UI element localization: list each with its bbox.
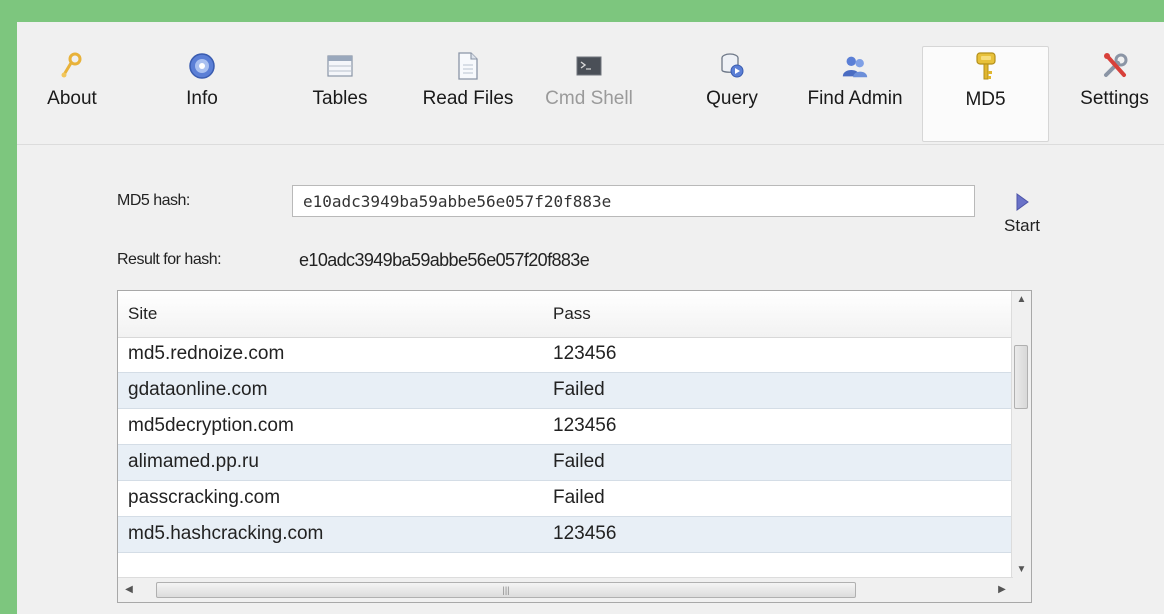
- md5-window: About Info Tables Read Files Cmd Shell Q…: [17, 22, 1164, 614]
- site-cell: alimamed.pp.ru: [128, 451, 259, 472]
- toolbar-about-label: About: [47, 88, 97, 109]
- pass-cell: 123456: [553, 343, 617, 364]
- column-header-site[interactable]: Site: [128, 304, 157, 324]
- md5-hash-label: MD5 hash:: [117, 192, 190, 209]
- toolbar-find-admin-button[interactable]: Find Admin: [790, 50, 920, 126]
- toolbar-find-admin-label: Find Admin: [807, 88, 903, 109]
- play-icon: [1016, 193, 1029, 211]
- toolbar-settings-button[interactable]: Settings: [1067, 50, 1162, 126]
- toolbar-read-files-label: Read Files: [422, 88, 514, 109]
- pass-cell: Failed: [553, 451, 605, 472]
- toolbar: About Info Tables Read Files Cmd Shell Q…: [17, 22, 1164, 144]
- table-row[interactable]: md5.rednoize.com 123456: [118, 337, 1013, 373]
- query-icon: [717, 50, 747, 82]
- scroll-up-icon[interactable]: ▲: [1012, 291, 1031, 309]
- pass-cell: Failed: [553, 379, 605, 400]
- users-icon: [840, 50, 870, 82]
- table-header: Site Pass: [118, 291, 1013, 338]
- horizontal-scrollbar[interactable]: ◀ ||| ▶: [118, 577, 1013, 602]
- settings-icon: [1100, 50, 1130, 82]
- scroll-left-icon[interactable]: ◀: [118, 578, 140, 602]
- column-header-pass[interactable]: Pass: [553, 304, 591, 324]
- toolbar-query-button[interactable]: Query: [692, 50, 772, 126]
- key-icon: [971, 51, 1001, 83]
- site-cell: gdataonline.com: [128, 379, 268, 400]
- about-icon: [57, 50, 87, 82]
- toolbar-settings-label: Settings: [1080, 88, 1149, 109]
- vertical-scrollbar[interactable]: ▲ ▼: [1011, 291, 1031, 579]
- toolbar-md5-button[interactable]: MD5: [922, 46, 1049, 142]
- pass-cell: 123456: [553, 523, 617, 544]
- read-files-icon: [453, 50, 483, 82]
- table-row[interactable]: md5.hashcracking.com 123456: [118, 517, 1013, 553]
- horizontal-scroll-thumb[interactable]: |||: [156, 582, 856, 598]
- toolbar-query-label: Query: [706, 88, 758, 109]
- toolbar-divider: [17, 144, 1164, 145]
- site-cell: md5decryption.com: [128, 415, 294, 436]
- table-row[interactable]: md5decryption.com 123456: [118, 409, 1013, 445]
- result-label: Result for hash:: [117, 251, 222, 268]
- md5-hash-input[interactable]: [292, 185, 975, 217]
- toolbar-cmd-shell-button[interactable]: Cmd Shell: [539, 50, 639, 126]
- table-row[interactable]: gdataonline.com Failed: [118, 373, 1013, 409]
- toolbar-cmd-shell-label: Cmd Shell: [545, 88, 633, 109]
- site-cell: md5.rednoize.com: [128, 343, 285, 364]
- toolbar-info-button[interactable]: Info: [162, 50, 242, 126]
- toolbar-info-label: Info: [186, 88, 218, 109]
- toolbar-tables-label: Tables: [312, 88, 368, 109]
- scrollbar-corner: [1012, 578, 1031, 602]
- start-label: Start: [1004, 216, 1040, 235]
- terminal-icon: [574, 50, 604, 82]
- site-cell: passcracking.com: [128, 487, 281, 508]
- scroll-down-icon[interactable]: ▼: [1012, 561, 1031, 579]
- result-value: e10adc3949ba59abbe56e057f20f883e: [299, 250, 590, 270]
- table-row[interactable]: alimamed.pp.ru Failed: [118, 445, 1013, 481]
- pass-cell: 123456: [553, 415, 617, 436]
- toolbar-read-files-button[interactable]: Read Files: [412, 50, 524, 126]
- vertical-scroll-thumb[interactable]: [1014, 345, 1028, 409]
- scroll-right-icon[interactable]: ▶: [991, 578, 1013, 602]
- toolbar-tables-button[interactable]: Tables: [295, 50, 385, 126]
- toolbar-about-button[interactable]: About: [17, 50, 127, 126]
- toolbar-md5-label: MD5: [965, 89, 1006, 110]
- start-button[interactable]: Start: [992, 192, 1052, 252]
- pass-cell: Failed: [553, 487, 605, 508]
- site-cell: md5.hashcracking.com: [128, 523, 324, 544]
- info-icon: [187, 50, 217, 82]
- table-row[interactable]: passcracking.com Failed: [118, 481, 1013, 517]
- results-table: Site Pass md5.rednoize.com 123456 gdatao…: [117, 290, 1032, 603]
- tables-icon: [325, 50, 355, 82]
